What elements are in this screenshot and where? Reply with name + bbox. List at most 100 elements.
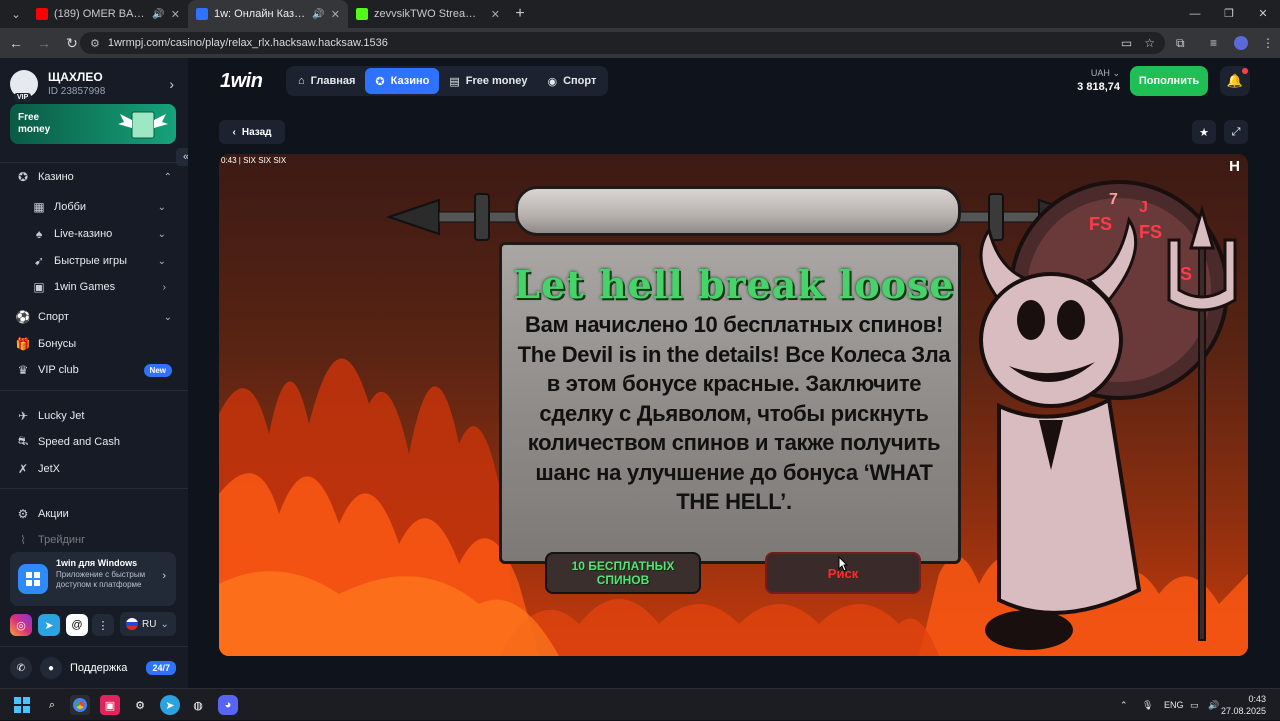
free-spins-button[interactable]: 10 БЕСПЛАТНЫХ СПИНОВ xyxy=(545,552,701,594)
system-clock[interactable]: 0:43 27.08.2025 xyxy=(1221,693,1266,717)
language-selector[interactable]: RU ⌄ xyxy=(120,612,176,636)
telegram-icon[interactable]: ➤ xyxy=(38,614,60,636)
speaker-icon[interactable]: 🔊 xyxy=(152,9,164,20)
scroll-roll xyxy=(515,186,961,236)
game-frame[interactable]: 0:43 | SIX SIX SIX H Let hell break loos… xyxy=(219,154,1248,656)
jet-icon: ✗ xyxy=(17,462,29,476)
site-logo[interactable]: 1win xyxy=(220,70,263,93)
close-tab-icon[interactable]: ✕ xyxy=(491,8,500,21)
browser-tab[interactable]: (189) OMER BALIK - Last Ti 🔊 ✕ xyxy=(28,0,188,28)
profile-id: ID 23857998 xyxy=(48,86,106,97)
app-icon[interactable]: ▣ xyxy=(100,695,120,715)
phone-icon[interactable]: ✆ xyxy=(10,657,32,679)
fullscreen-button[interactable]: ⤢ xyxy=(1224,120,1248,144)
site-info-icon[interactable]: ⚙ xyxy=(90,37,100,50)
gamepad-icon: ▣ xyxy=(33,280,45,294)
nav-casino[interactable]: ✪ Казино xyxy=(365,68,440,94)
close-window-icon[interactable]: ✕ xyxy=(1246,0,1280,28)
sidebar-item-bonuses[interactable]: 🎁 Бонусы xyxy=(16,333,172,355)
deposit-button[interactable]: Пополнить xyxy=(1130,66,1208,96)
tab-search-icon[interactable]: ⌄ xyxy=(4,2,28,26)
chevron-down-icon: ⌄ xyxy=(1112,68,1120,78)
sidebar-item-label: JetX xyxy=(38,463,61,475)
grid-icon: ▦ xyxy=(33,200,45,214)
divider xyxy=(0,390,188,391)
notifications-button[interactable]: 🔔 xyxy=(1220,66,1250,96)
discord-icon[interactable]: ◕ xyxy=(218,695,238,715)
free-money-banner[interactable]: Free money xyxy=(10,104,176,144)
microphone-icon[interactable]: 🎙 xyxy=(1142,689,1153,721)
language-label: RU xyxy=(142,618,157,630)
input-language[interactable]: ENG xyxy=(1164,689,1184,721)
close-tab-icon[interactable]: ✕ xyxy=(171,8,180,21)
windows-app-card[interactable]: 1win для Windows Приложение с быстрым до… xyxy=(10,552,176,606)
reading-list-icon[interactable]: ≡ xyxy=(1210,28,1217,58)
sidebar-item-label: Live-казино xyxy=(54,228,113,240)
divider xyxy=(0,488,188,489)
expand-icon: ⤢ xyxy=(1231,125,1241,138)
browser-tab[interactable]: zevvsikTWO Stream - Watch Li ✕ xyxy=(348,0,508,28)
extensions-icon[interactable]: ⧉ xyxy=(1176,28,1185,58)
sidebar-item-trading[interactable]: ⌇ Трейдинг xyxy=(16,529,172,551)
sidebar-item-vip-club[interactable]: ♛ VIP club New xyxy=(16,359,172,381)
threads-icon[interactable]: @ xyxy=(66,614,88,636)
bookmark-star-icon[interactable]: ☆ xyxy=(1144,36,1155,50)
sidebar-item-live-casino[interactable]: ♠ Live-казино ⌄ xyxy=(32,223,166,245)
new-badge: New xyxy=(143,363,172,377)
sidebar-item-1win-games[interactable]: ▣ 1win Games › xyxy=(32,276,166,298)
tray-chevron-icon[interactable]: ⌃ xyxy=(1120,689,1128,721)
restore-icon[interactable]: ❐ xyxy=(1212,0,1246,28)
wheel-label: J xyxy=(1139,199,1148,216)
sidebar-item-jetx[interactable]: ✗ JetX xyxy=(16,458,172,480)
support-row[interactable]: ✆ ● Поддержка 24/7 xyxy=(10,656,176,680)
close-tab-icon[interactable]: ✕ xyxy=(331,8,340,21)
network-icon[interactable]: ▭ xyxy=(1190,689,1199,721)
favorite-button[interactable]: ★ xyxy=(1192,120,1216,144)
nav-sport[interactable]: ◉ Спорт xyxy=(537,68,606,94)
divider xyxy=(0,646,188,647)
chat-icon[interactable]: ● xyxy=(40,657,62,679)
nav-free-money[interactable]: ▤ Free money xyxy=(439,68,537,94)
steam-icon[interactable]: ◍ xyxy=(188,695,208,715)
sidebar-item-casino[interactable]: ✪ Казино ⌃ xyxy=(16,166,172,188)
currency-label: UAH xyxy=(1090,68,1110,78)
instagram-icon[interactable]: ◎ xyxy=(10,614,32,636)
windows-start-icon[interactable] xyxy=(12,695,32,715)
browser-tab-active[interactable]: 1w: Онлайн Казино и Ста 🔊 ✕ xyxy=(188,0,348,28)
divider xyxy=(0,162,188,163)
nav-label: Главная xyxy=(310,75,356,87)
sidebar-item-promotions[interactable]: ⚙ Акции xyxy=(16,503,172,525)
profile-avatar-icon[interactable] xyxy=(1234,28,1248,58)
notification-dot xyxy=(1242,68,1248,74)
back-button[interactable]: ‹ Назад xyxy=(219,120,285,144)
main-content: 1win ⌂ Главная ✪ Казино ▤ Free money ◉ Спорт… xyxy=(188,58,1280,688)
address-bar[interactable]: ⚙ 1wrmpj.com/casino/play/relax_rlx.hacks… xyxy=(80,32,1165,54)
sidebar-item-label: Лобби xyxy=(54,201,87,213)
settings-icon[interactable]: ⚙ xyxy=(130,695,150,715)
browser-menu-icon[interactable]: ⋮ xyxy=(1262,28,1274,58)
search-icon[interactable]: ⌕ xyxy=(42,695,62,715)
volume-icon[interactable]: 🔊 xyxy=(1208,689,1219,721)
chevron-right-icon: › xyxy=(169,76,174,92)
profile-card[interactable]: VIP ЩАХЛЕО ID 23857998 › xyxy=(10,68,178,102)
nav-home[interactable]: ⌂ Главная xyxy=(288,68,365,94)
chevron-down-icon: ⌄ xyxy=(157,255,166,267)
new-tab-button[interactable]: + xyxy=(508,5,532,23)
forward-arrow-icon[interactable]: → xyxy=(30,35,58,51)
currency-selector[interactable]: UAH ⌄ xyxy=(1077,68,1120,79)
minimize-icon[interactable]: — xyxy=(1178,0,1212,28)
more-icon[interactable]: ⋮ xyxy=(92,614,114,636)
sidebar-item-sport[interactable]: ⚽ Спорт ⌄ xyxy=(16,306,172,328)
balance-display[interactable]: UAH ⌄ 3 818,74 xyxy=(1077,68,1120,93)
back-arrow-icon[interactable]: ← xyxy=(2,35,30,51)
sidebar-item-lobby[interactable]: ▦ Лобби ⌄ xyxy=(32,196,166,218)
speaker-icon[interactable]: 🔊 xyxy=(312,9,324,20)
sidebar-item-speed-and-cash[interactable]: ⛐ Speed and Cash xyxy=(16,431,172,453)
cast-icon[interactable]: ▭ xyxy=(1121,36,1132,50)
sidebar-item-fast-games[interactable]: ➹ Быстрые игры ⌄ xyxy=(32,250,166,272)
chevron-right-icon: › xyxy=(162,570,166,582)
telegram-icon[interactable]: ➤ xyxy=(160,695,180,715)
sidebar-item-lucky-jet[interactable]: ✈ Lucky Jet xyxy=(16,405,172,427)
chrome-icon[interactable] xyxy=(70,695,90,715)
casino-chip-icon: ✪ xyxy=(375,75,385,88)
